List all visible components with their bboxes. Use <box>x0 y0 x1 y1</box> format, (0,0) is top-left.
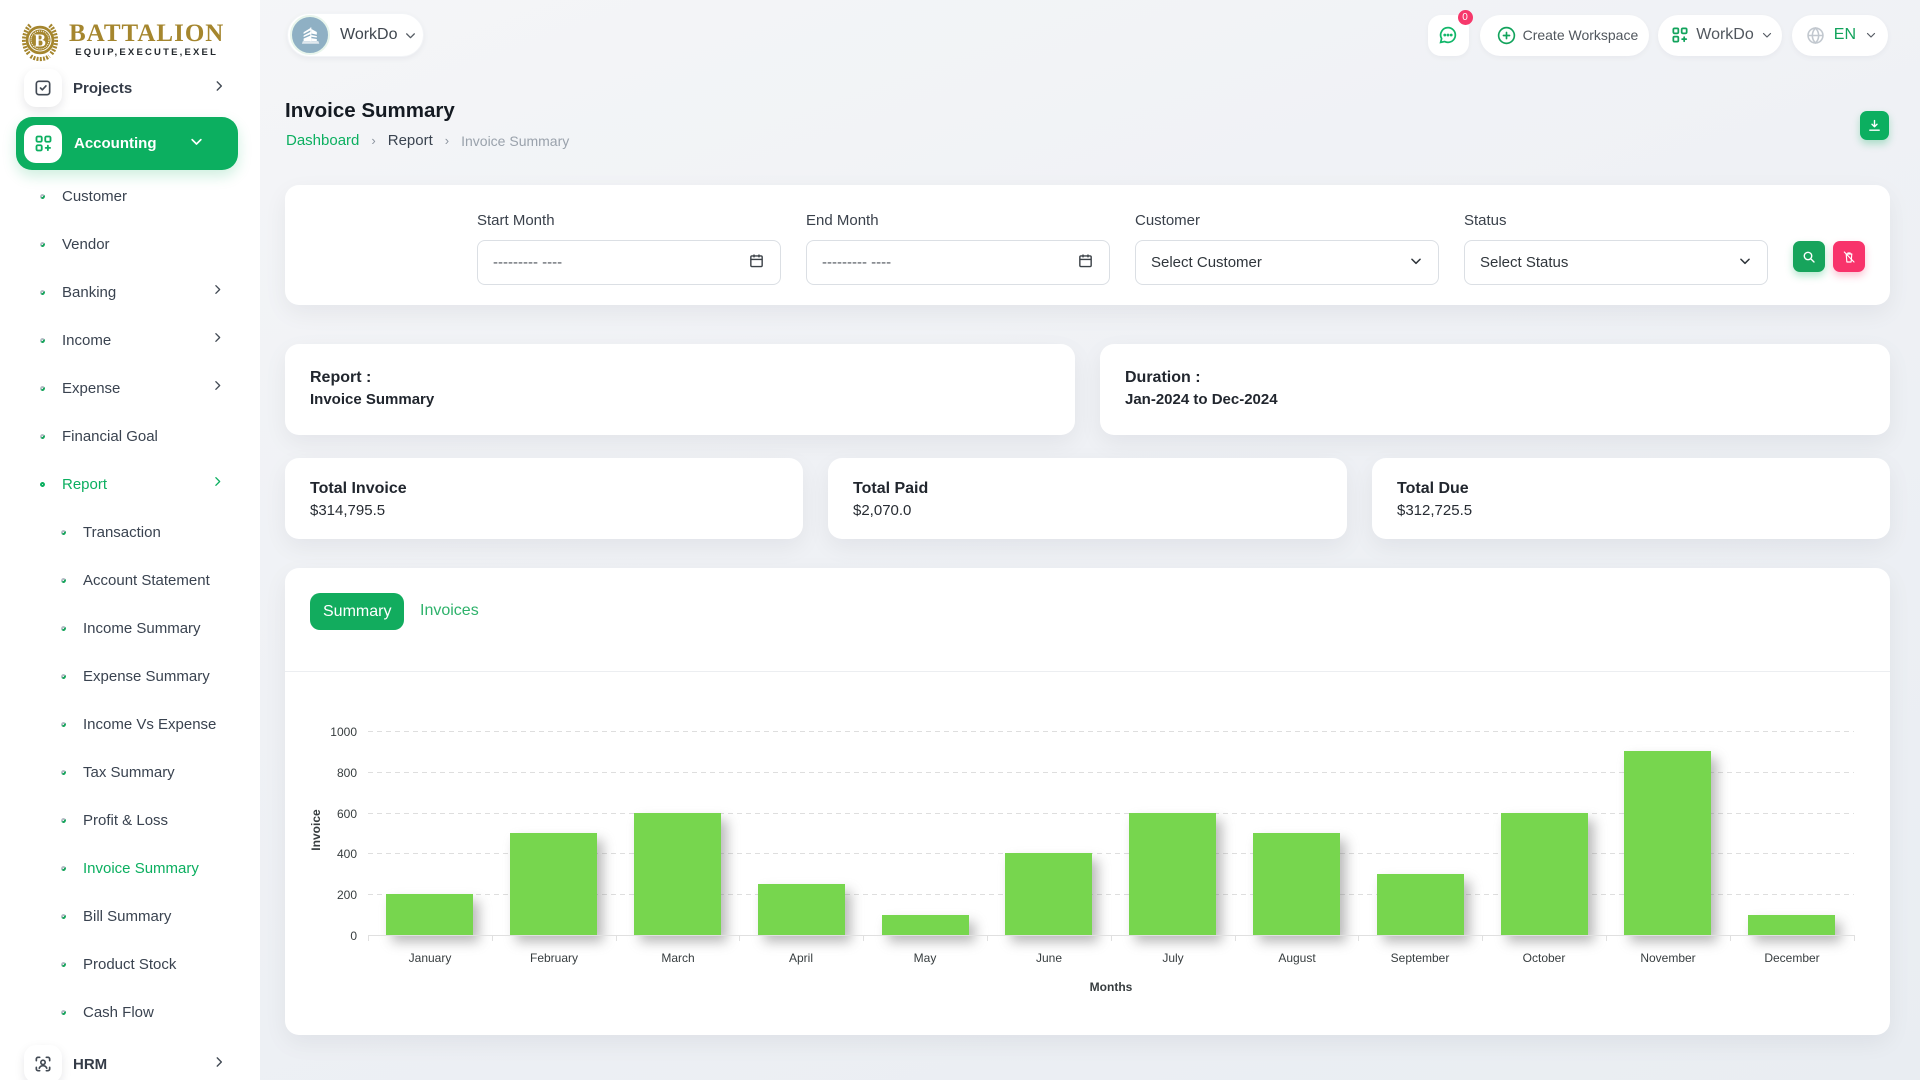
svg-text:B: B <box>34 30 46 50</box>
